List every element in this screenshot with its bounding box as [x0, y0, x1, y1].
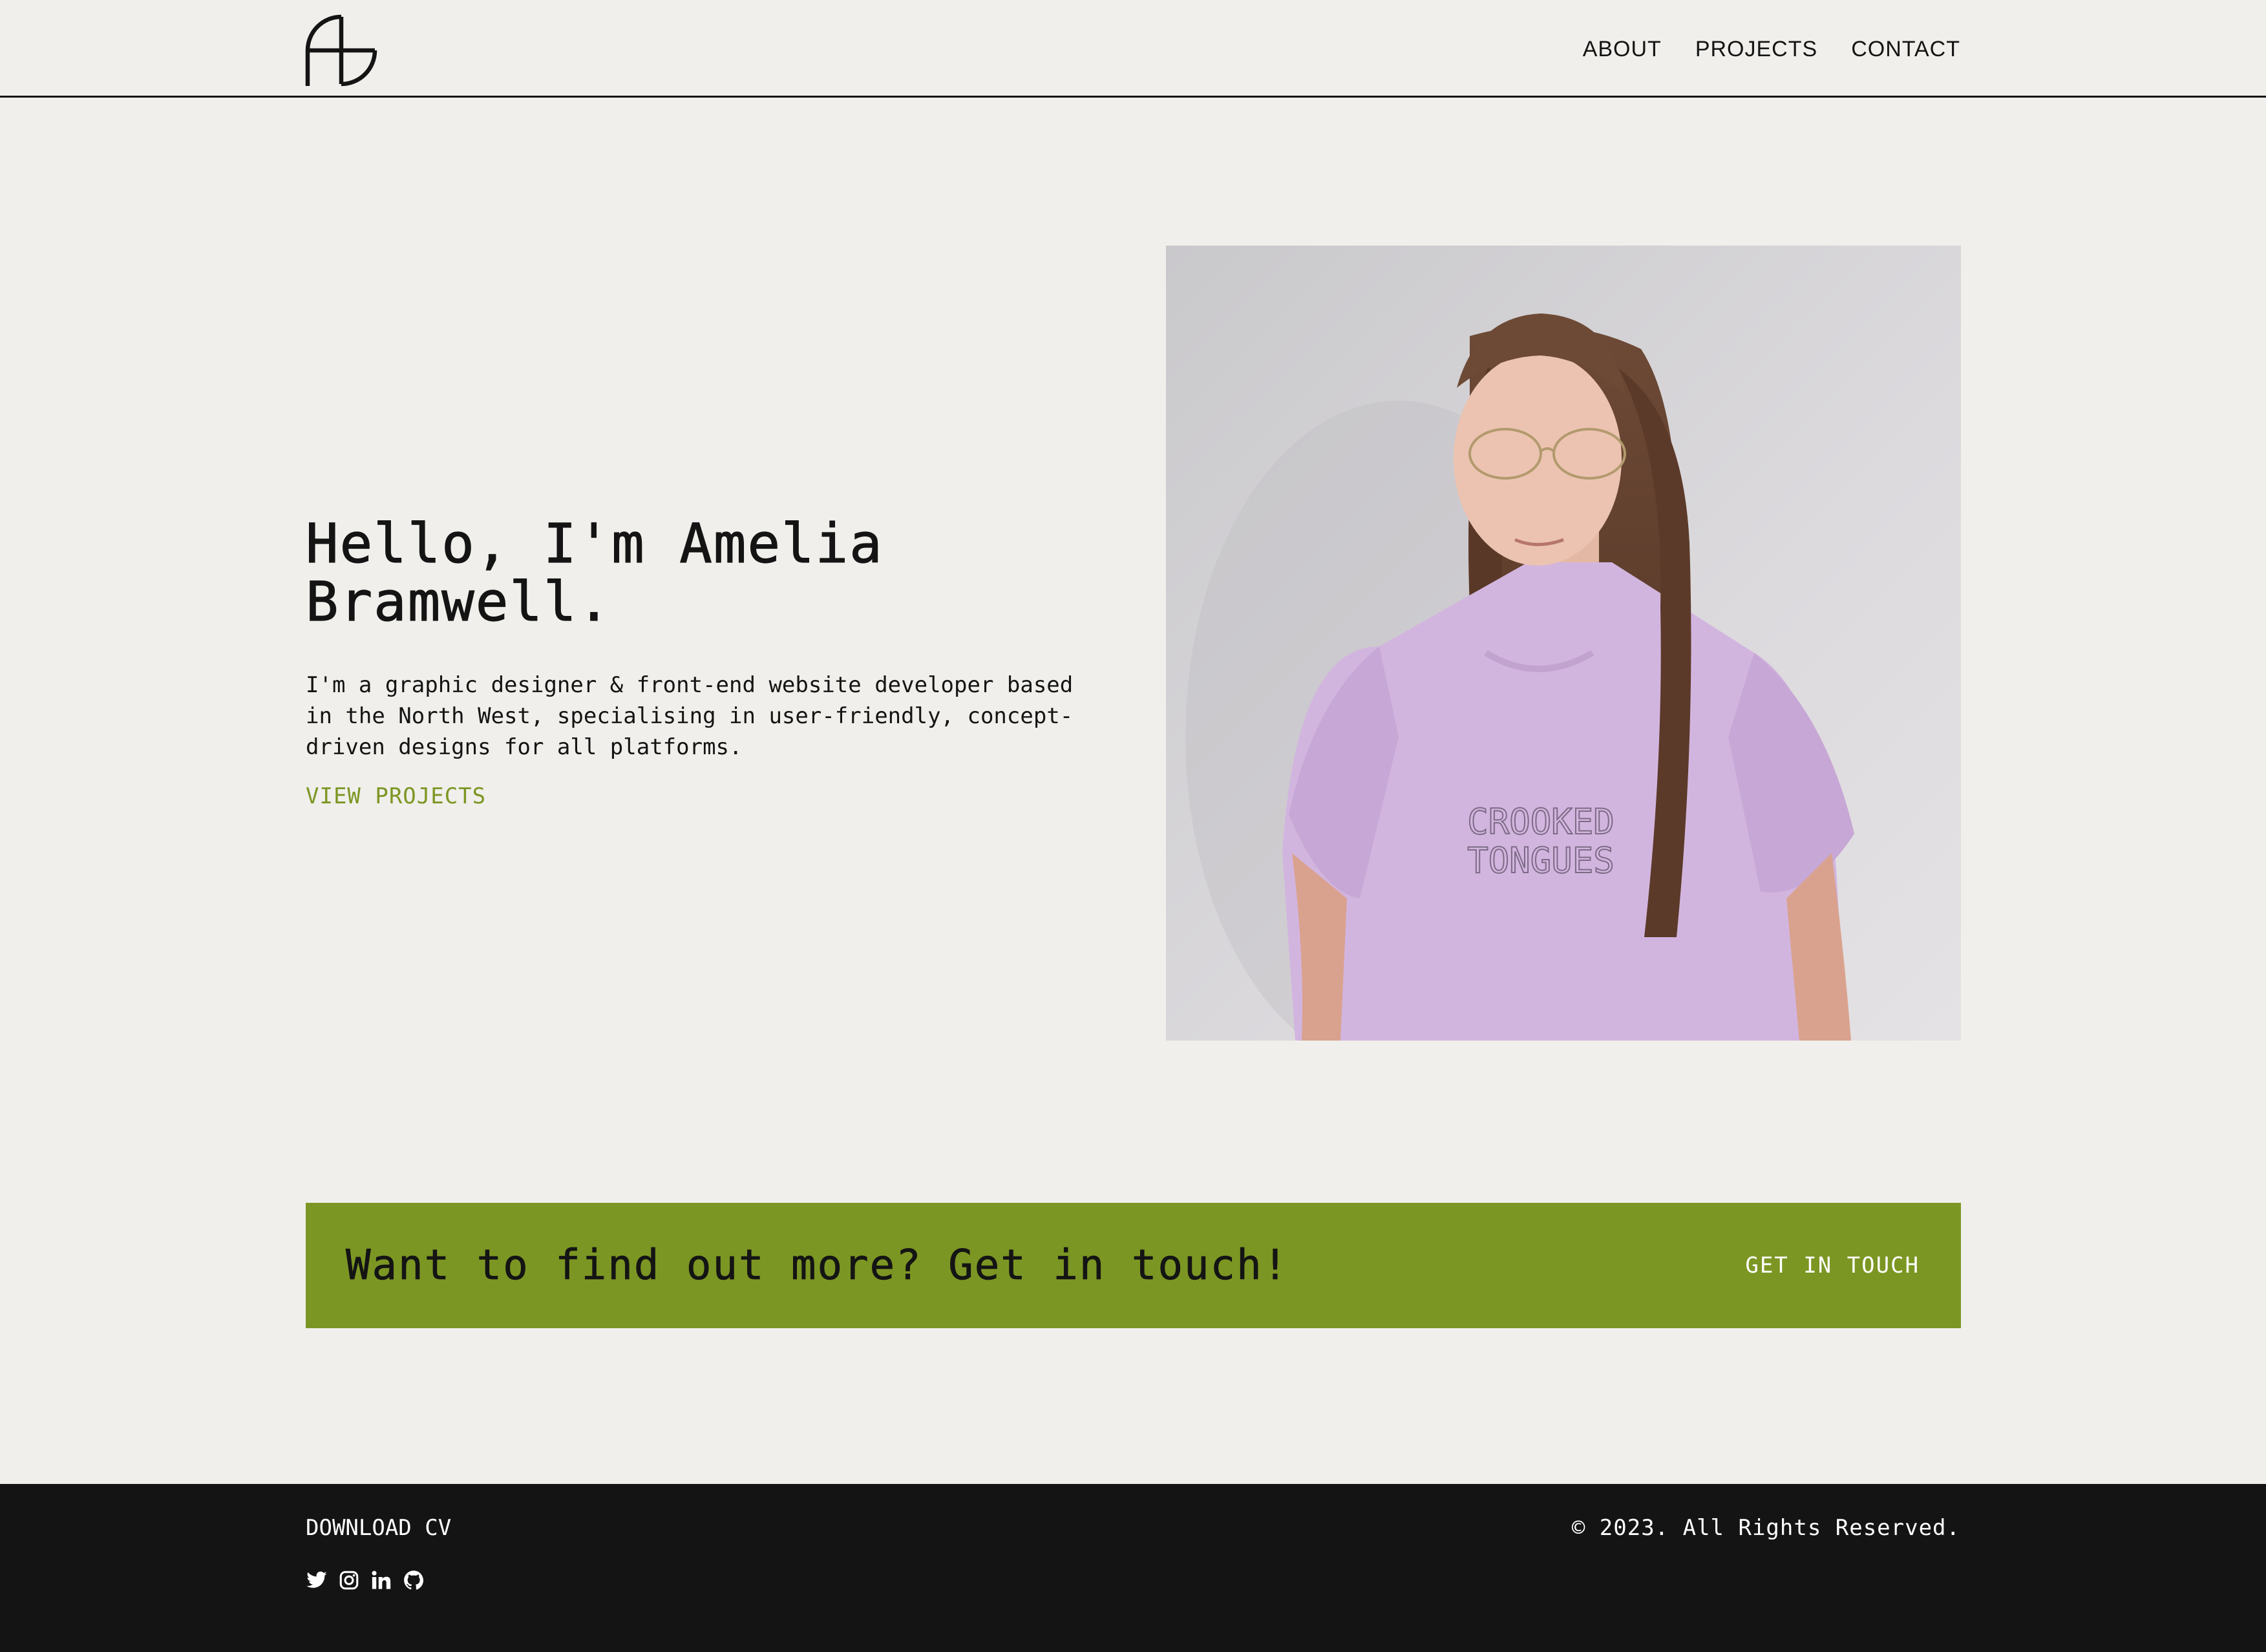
twitter-link[interactable] [306, 1569, 328, 1591]
cta-heading: Want to find out more? Get in touch! [346, 1242, 1289, 1290]
copyright-text: © 2023. All Rights Reserved. [1571, 1515, 1960, 1541]
linkedin-icon [372, 1571, 391, 1589]
logo-link[interactable] [304, 14, 378, 87]
cta-banner: Want to find out more? Get in touch! GET… [306, 1203, 1961, 1328]
portrait-illustration: CROOKED TONGUES [1166, 246, 1961, 1041]
linkedin-link[interactable] [370, 1569, 392, 1591]
view-projects-link[interactable]: VIEW PROJECTS [306, 781, 486, 812]
nav-contact[interactable]: CONTACT [1851, 32, 1960, 66]
download-cv-link[interactable]: DOWNLOAD CV [306, 1512, 451, 1543]
main-nav: ABOUT PROJECTS CONTACT [1583, 32, 1960, 66]
get-in-touch-button[interactable]: GET IN TOUCH [1745, 1203, 1920, 1328]
github-icon [404, 1571, 424, 1590]
shirt-print-line2: TONGUES [1467, 840, 1615, 881]
instagram-link[interactable] [338, 1569, 360, 1591]
portrait-photo: CROOKED TONGUES [1166, 246, 1961, 1041]
site-footer: DOWNLOAD CV © 2023. All Rights Reserved. [0, 1484, 2266, 1652]
social-links [306, 1569, 425, 1591]
github-link[interactable] [403, 1569, 425, 1591]
twitter-icon [306, 1571, 327, 1588]
hero-description: I'm a graphic designer & front-end websi… [306, 672, 1074, 760]
nav-projects[interactable]: PROJECTS [1695, 32, 1817, 66]
shirt-print-line1: CROOKED [1467, 801, 1615, 842]
ab-monogram-icon [305, 14, 377, 87]
hero-intro: Hello, I'm Amelia Bramwell. I'm a graphi… [305, 512, 1120, 812]
instagram-icon [339, 1571, 359, 1590]
hero-title: Hello, I'm Amelia Bramwell. [305, 512, 884, 633]
nav-about[interactable]: ABOUT [1583, 32, 1662, 66]
site-header: ABOUT PROJECTS CONTACT [0, 0, 2266, 98]
